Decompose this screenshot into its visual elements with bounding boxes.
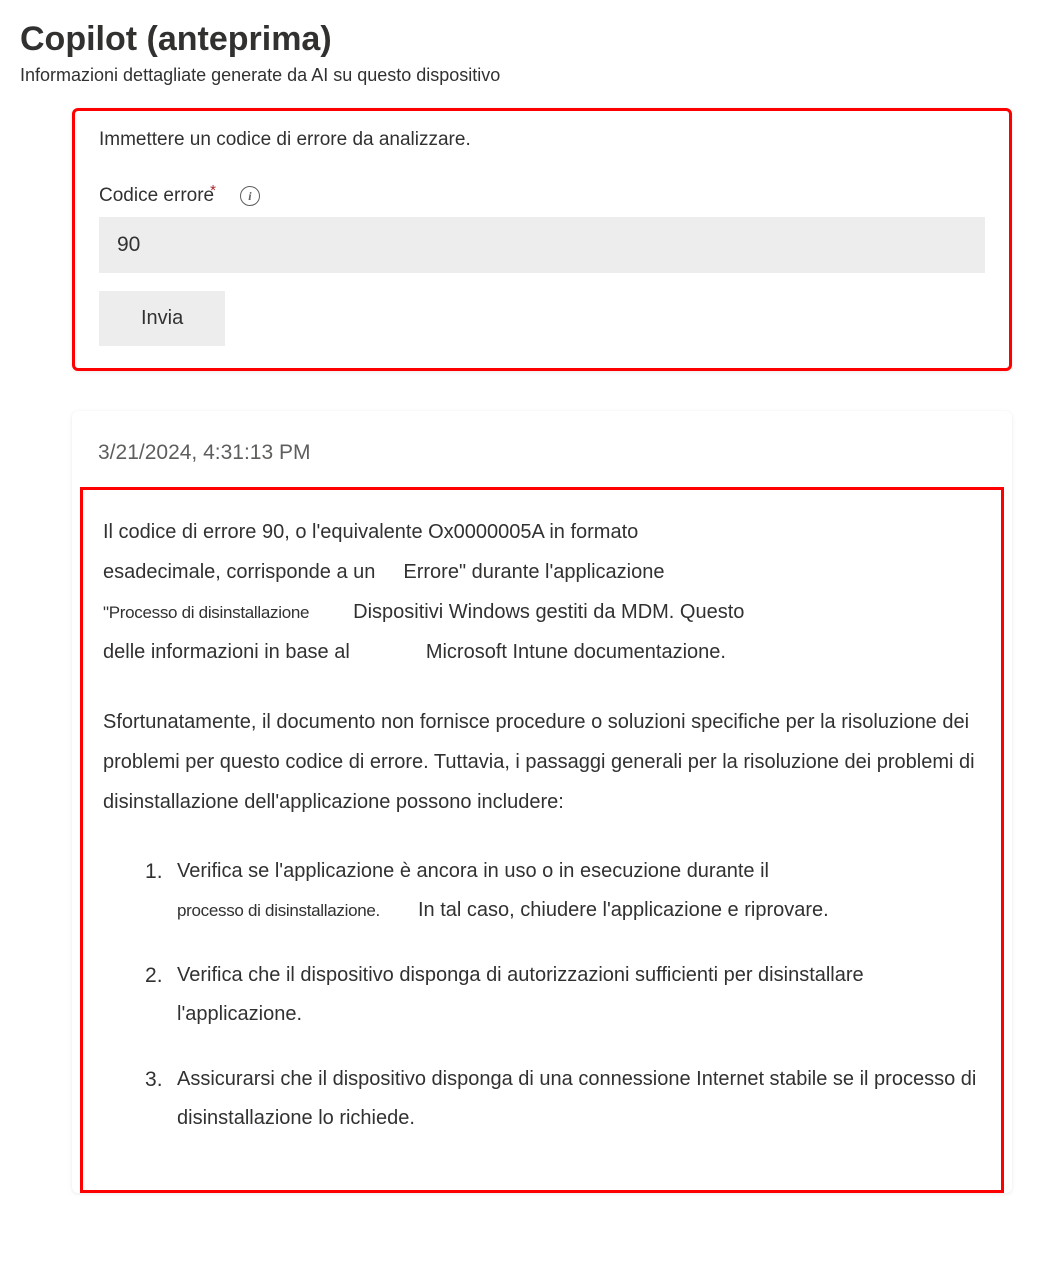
response-card: 3/21/2024, 4:31:13 PM Il codice di error… <box>72 411 1012 1193</box>
error-code-input[interactable] <box>99 217 985 273</box>
response-body: Il codice di errore 90, o l'equivalente … <box>80 487 1004 1193</box>
response-paragraph-2: Sfortunatamente, il documento non fornis… <box>103 702 981 822</box>
step-3: Assicurarsi che il dispositivo disponga … <box>145 1060 981 1138</box>
input-card: Immettere un codice di errore da analizz… <box>72 108 1012 371</box>
step-1: Verifica se l'applicazione è ancora in u… <box>145 852 981 930</box>
troubleshoot-steps: Verifica se l'applicazione è ancora in u… <box>103 852 981 1138</box>
step-2: Verifica che il dispositivo disponga di … <box>145 956 981 1034</box>
submit-button[interactable]: Invia <box>99 291 225 346</box>
response-paragraph-1: Il codice di errore 90, o l'equivalente … <box>103 512 981 672</box>
info-icon[interactable]: i <box>240 186 260 206</box>
required-mark: * <box>210 182 216 199</box>
error-code-label: Codice errore* <box>99 185 220 207</box>
page-title: Copilot (anteprima) <box>20 20 1020 59</box>
page-subtitle: Informazioni dettagliate generate da AI … <box>20 65 1020 86</box>
instruction-text: Immettere un codice di errore da analizz… <box>99 129 985 151</box>
response-timestamp: 3/21/2024, 4:31:13 PM <box>98 441 1004 465</box>
